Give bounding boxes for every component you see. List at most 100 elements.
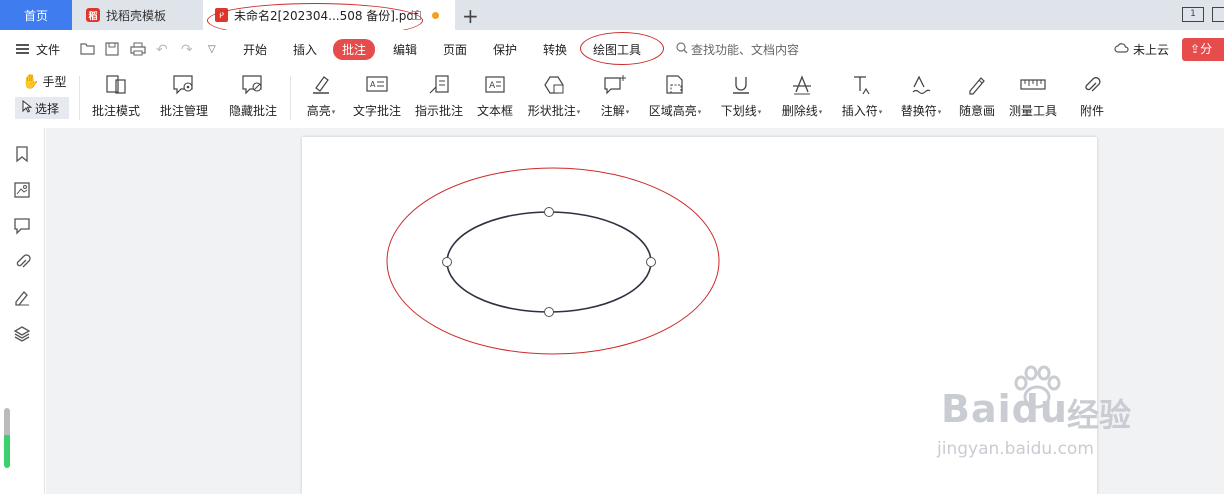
dropdown-arrow-icon: ▾ — [937, 107, 942, 116]
freehand-button[interactable]: 随意画 — [957, 68, 997, 128]
dropdown-arrow-icon: ▾ — [625, 107, 630, 116]
hand-tool[interactable]: ✋ 手型 — [22, 73, 66, 90]
cloud-status-button[interactable]: 未上云 — [1114, 30, 1169, 68]
cloud-icon — [1114, 42, 1129, 56]
thumbnail-icon[interactable] — [13, 181, 31, 199]
dropdown-arrow-icon: ▾ — [757, 107, 762, 116]
search-box[interactable]: 查找功能、文档内容 — [676, 30, 799, 68]
signature-icon[interactable] — [13, 289, 31, 307]
resize-handle-right[interactable] — [646, 257, 656, 267]
select-tool-label: 选择 — [35, 101, 60, 116]
docer-logo-icon: 稻 — [86, 8, 100, 22]
resize-handle-bottom[interactable] — [544, 307, 554, 317]
share-icon: ⇪ — [1190, 42, 1201, 56]
quick-access-dropdown-icon[interactable]: ▽ — [208, 44, 216, 55]
search-icon — [676, 41, 688, 57]
tab-convert[interactable]: 转换 — [543, 30, 567, 68]
tab-templates[interactable]: 稻 找稻壳模板 — [72, 0, 202, 30]
textbox-label: 文本框 — [476, 104, 513, 118]
open-folder-icon[interactable] — [80, 42, 95, 59]
pointer-annotation-button[interactable]: 指示批注 — [414, 68, 464, 128]
ribbon-separator — [290, 76, 291, 120]
insert-caret-button[interactable]: 插入符▾ — [838, 68, 886, 128]
tab-insert[interactable]: 插入 — [293, 30, 317, 68]
tab-insert-label: 插入 — [293, 42, 318, 57]
ruler-icon — [1020, 68, 1046, 102]
save-icon[interactable] — [105, 42, 119, 60]
textbox-button[interactable]: A 文本框 — [476, 68, 514, 128]
underline-label: 下划线▾ — [720, 104, 762, 118]
ribbon-toolbar: ✋ 手型 选择 批注模式 批注管理 隐藏批注 高亮▾ A 文字批注 指示批注 A… — [0, 68, 1224, 128]
tab-start[interactable]: 开始 — [243, 30, 267, 68]
dropdown-arrow-icon: ▾ — [878, 107, 883, 116]
comment-icon[interactable] — [13, 217, 31, 235]
tab-protect-label: 保护 — [493, 42, 518, 57]
window-control-icon[interactable] — [1212, 7, 1224, 22]
attachment-label: 附件 — [1079, 104, 1104, 118]
baidu-watermark: Baidu 经验 jingyan.baidu.com — [935, 365, 1155, 470]
file-menu[interactable]: 文件 — [16, 30, 60, 68]
text-annotation-label: 文字批注 — [352, 104, 401, 118]
hamburger-menu-icon — [16, 44, 29, 54]
hide-annotation-label: 隐藏批注 — [228, 104, 277, 118]
attachment-button[interactable]: 附件 — [1075, 68, 1109, 128]
bookmark-icon[interactable] — [13, 145, 31, 163]
area-highlight-button[interactable]: 区域高亮▾ — [645, 68, 705, 128]
attachment-panel-icon[interactable] — [13, 253, 31, 271]
shape-annotation-button[interactable]: 形状批注▾ — [526, 68, 582, 128]
select-tool[interactable]: 选择 — [15, 97, 69, 119]
new-tab-plus-icon[interactable]: + — [462, 4, 479, 28]
underline-button[interactable]: 下划线▾ — [717, 68, 765, 128]
strikethrough-button[interactable]: 删除线▾ — [778, 68, 826, 128]
note-label: 注解▾ — [600, 104, 630, 118]
strikethrough-label: 删除线▾ — [781, 104, 823, 118]
freehand-icon — [966, 68, 988, 102]
replace-caret-icon — [910, 68, 932, 102]
insert-caret-label: 插入符▾ — [841, 104, 883, 118]
drawing-layer — [386, 167, 720, 355]
replace-caret-button[interactable]: 替换符▾ — [897, 68, 945, 128]
tab-annotate-label: 批注 — [333, 38, 376, 60]
annotation-manage-button[interactable]: 批注管理 — [159, 68, 209, 128]
shape-annotation-icon — [542, 68, 566, 102]
ribbon-separator — [79, 76, 80, 120]
print-icon[interactable] — [130, 42, 146, 60]
tab-annotate[interactable]: 批注 — [333, 30, 376, 68]
resize-handle-left[interactable] — [442, 257, 452, 267]
annotation-mode-button[interactable]: 批注模式 — [92, 68, 140, 128]
redo-icon[interactable]: ↷ — [181, 42, 193, 58]
share-button[interactable]: ⇪分 — [1182, 38, 1224, 61]
tab-page[interactable]: 页面 — [443, 30, 467, 68]
svg-text:A: A — [370, 80, 376, 89]
resize-handle-top[interactable] — [544, 207, 554, 217]
page-layout-icon[interactable]: 1 — [1182, 7, 1204, 22]
hand-tool-label: 手型 — [42, 75, 67, 89]
tab-convert-label: 转换 — [543, 42, 568, 57]
hide-annotation-button[interactable]: 隐藏批注 — [228, 68, 278, 128]
replace-caret-label: 替换符▾ — [900, 104, 942, 118]
undo-icon[interactable]: ↶ — [156, 42, 168, 58]
annotation-manage-icon — [172, 68, 196, 102]
highlight-button[interactable]: 高亮▾ — [303, 68, 339, 128]
highlight-icon — [310, 68, 332, 102]
text-annotation-button[interactable]: A 文字批注 — [352, 68, 402, 128]
svg-text:A: A — [489, 81, 496, 91]
tab-home-label: 首页 — [23, 8, 48, 23]
watermark-url: jingyan.baidu.com — [937, 439, 1094, 459]
ruler-label: 测量工具 — [1008, 104, 1057, 118]
shape-annotation-label: 形状批注▾ — [527, 104, 581, 118]
ruler-button[interactable]: 测量工具 — [1008, 68, 1058, 128]
textbox-icon: A — [484, 68, 506, 102]
drawn-ellipse-shape[interactable] — [446, 211, 652, 313]
tab-templates-label: 找稻壳模板 — [106, 8, 167, 23]
layers-icon[interactable] — [13, 325, 31, 343]
note-button[interactable]: 注解▾ — [597, 68, 633, 128]
search-placeholder: 查找功能、文档内容 — [691, 42, 800, 57]
hand-icon: ✋ — [22, 73, 40, 90]
pointer-annotation-icon — [427, 68, 451, 102]
paperclip-icon — [1081, 68, 1103, 102]
tab-home[interactable]: 首页 — [0, 0, 72, 30]
tab-edit[interactable]: 编辑 — [393, 30, 417, 68]
tab-protect[interactable]: 保护 — [493, 30, 517, 68]
note-icon — [603, 68, 627, 102]
